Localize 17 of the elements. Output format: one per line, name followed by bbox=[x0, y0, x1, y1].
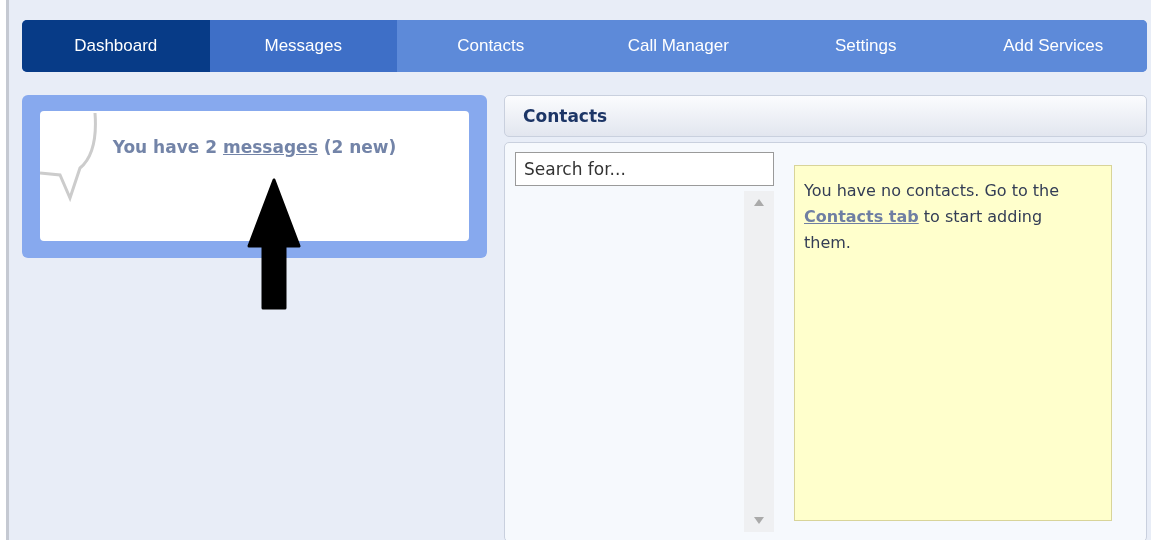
nav-tab[interactable]: Add Services bbox=[959, 20, 1147, 72]
nav-tab[interactable]: Contacts bbox=[397, 20, 585, 72]
scroll-up-icon[interactable] bbox=[754, 198, 764, 206]
nav-tab[interactable]: Call Manager bbox=[584, 20, 772, 72]
scrollbar[interactable] bbox=[744, 190, 774, 532]
nav-tab[interactable]: Messages bbox=[209, 20, 397, 72]
scroll-down-icon[interactable] bbox=[754, 517, 764, 524]
messages-summary: You have 2 messages (2 new) bbox=[111, 136, 398, 157]
search-field[interactable]: Search for... bbox=[515, 152, 774, 186]
messages-link[interactable]: messages bbox=[223, 137, 318, 157]
panel-title: Contacts bbox=[523, 106, 608, 126]
contacts-tab-link[interactable]: Contacts tab bbox=[804, 207, 919, 226]
nav-tab[interactable]: Dashboard bbox=[22, 20, 210, 72]
no-contacts-message: You have no contacts. Go to the Contacts tab to start adding them. bbox=[804, 180, 1061, 254]
speech-bubble-icon bbox=[40, 113, 100, 203]
nav-tab[interactable]: Settings bbox=[772, 20, 960, 72]
up-arrow-icon bbox=[247, 178, 301, 310]
